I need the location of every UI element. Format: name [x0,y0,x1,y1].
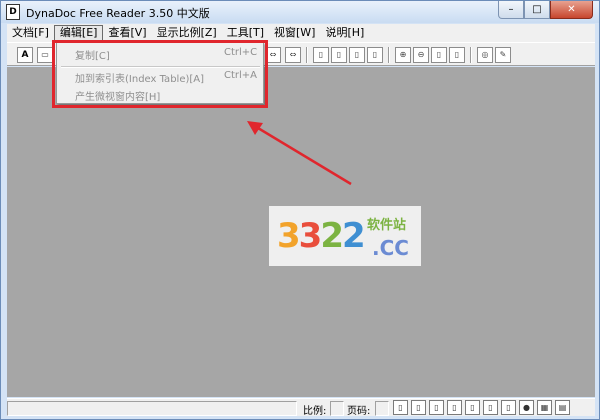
first-page-icon[interactable]: ▯ [313,47,329,63]
continuous-icon[interactable]: ▯ [411,400,426,415]
close-button[interactable]: ✕ [550,1,593,19]
menu-tools[interactable]: 工具[T] [222,25,269,41]
page-label: 页码: [347,406,371,417]
next-page-icon[interactable]: ▯ [349,47,365,63]
index-icon[interactable]: ▯ [501,400,516,415]
menu-file[interactable]: 文档[F] [7,25,54,41]
app-logo-icon: D [6,4,20,20]
menu-help[interactable]: 说明[H] [320,25,369,41]
status-bar: 比例: 页码: ▯ ▯ ▯ ▯ ▯ ▯ ▯ ● ▦ ▤ [7,398,595,417]
title-bar[interactable]: D DynaDoc Free Reader 3.50 中文版 – □ ✕ [1,1,599,23]
menu-window[interactable]: 视窗[W] [269,25,320,41]
single-page-icon[interactable]: ▯ [393,400,408,415]
page-view-icon[interactable]: ▯ [449,47,465,63]
annotation-highlight-box [52,40,268,108]
status-message-panel [7,401,297,416]
watermark-suffix: .CC [372,236,409,260]
scale-label: 比例: [303,406,327,417]
globe-icon[interactable]: ● [519,400,534,415]
open-folder-icon[interactable]: ▭ [37,47,53,63]
actual-size-icon[interactable]: ▯ [431,47,447,63]
page-value-panel [375,401,389,416]
prev-page-icon[interactable]: ▯ [331,47,347,63]
watermark-logo: 3322 软件站 .CC [269,206,421,266]
window-title: DynaDoc Free Reader 3.50 中文版 [26,7,210,20]
zoom-in-icon[interactable]: ⊕ [395,47,411,63]
menu-edit[interactable]: 编辑[E] [53,25,104,41]
find-icon[interactable]: ◎ [477,47,493,63]
thumbnail-icon[interactable]: ▯ [465,400,480,415]
toolbar-separator [388,47,390,63]
last-page-icon[interactable]: ▯ [367,47,383,63]
tools-icon[interactable]: ✎ [495,47,511,63]
watermark-digits: 3322 [277,216,366,256]
notes-icon[interactable]: ▤ [555,400,570,415]
menu-zoom[interactable]: 显示比例[Z] [152,25,222,41]
scale-value-panel [330,401,344,416]
maximize-button[interactable]: □ [524,1,550,19]
minimize-button[interactable]: – [498,1,524,19]
menu-view[interactable]: 查看[V] [103,25,151,41]
window-controls: – □ ✕ [498,1,593,19]
watermark-tagline: 软件站 [367,218,407,233]
fit-page-icon[interactable]: ⇔ [285,47,301,63]
grid-icon[interactable]: ▦ [537,400,552,415]
layout-icon[interactable]: ▯ [483,400,498,415]
toolbar-separator [306,47,308,63]
facing-pages-icon[interactable]: ▯ [429,400,444,415]
app-window: D DynaDoc Free Reader 3.50 中文版 – □ ✕ 文档[… [0,0,600,420]
bookmark-icon[interactable]: ▯ [447,400,462,415]
font-button[interactable]: A [17,47,33,63]
toolbar-separator [470,47,472,63]
zoom-out-icon[interactable]: ⊖ [413,47,429,63]
